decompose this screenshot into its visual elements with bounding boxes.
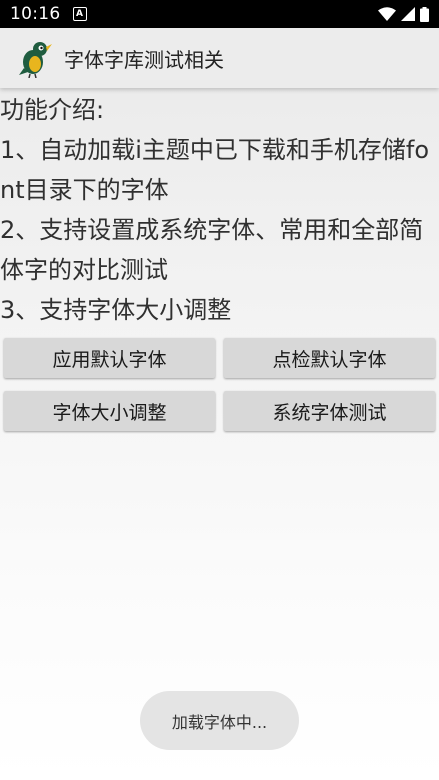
intro-item: 1、自动加载i主题中已下载和手机存储font目录下的字体	[0, 136, 430, 204]
system-font-test-button[interactable]: 系统字体测试	[224, 391, 435, 431]
app-bar: 字体字库测试相关	[0, 28, 439, 88]
loading-toast: 加载字体中...	[140, 691, 299, 750]
battery-icon	[420, 6, 429, 22]
status-icons	[378, 6, 429, 22]
notification-icon: A	[72, 7, 87, 21]
signal-icon	[401, 7, 415, 21]
status-bar: 10:16 A	[0, 0, 439, 28]
apply-default-font-button[interactable]: 应用默认字体	[4, 338, 215, 378]
app-title: 字体字库测试相关	[64, 47, 224, 72]
bird-logo-icon	[18, 38, 52, 79]
feature-intro: 功能介绍: 1、自动加载i主题中已下载和手机存储font目录下的字体 2、支持设…	[0, 90, 439, 330]
button-row: 字体大小调整 系统字体测试	[4, 391, 435, 431]
intro-heading: 功能介绍:	[0, 96, 105, 124]
font-size-adjust-button[interactable]: 字体大小调整	[4, 391, 215, 431]
intro-item: 3、支持字体大小调整	[0, 296, 232, 324]
intro-item: 2、支持设置成系统字体、常用和全部简体字的对比测试	[0, 216, 424, 284]
wifi-icon	[378, 7, 396, 21]
status-time: 10:16	[10, 4, 61, 24]
app-screen: 10:16 A 字体字库测试相关 功能介绍: 1、自动加载i主题中已下载和手机存…	[0, 0, 439, 780]
button-row: 应用默认字体 点检默认字体	[4, 338, 435, 378]
check-default-font-button[interactable]: 点检默认字体	[224, 338, 435, 378]
